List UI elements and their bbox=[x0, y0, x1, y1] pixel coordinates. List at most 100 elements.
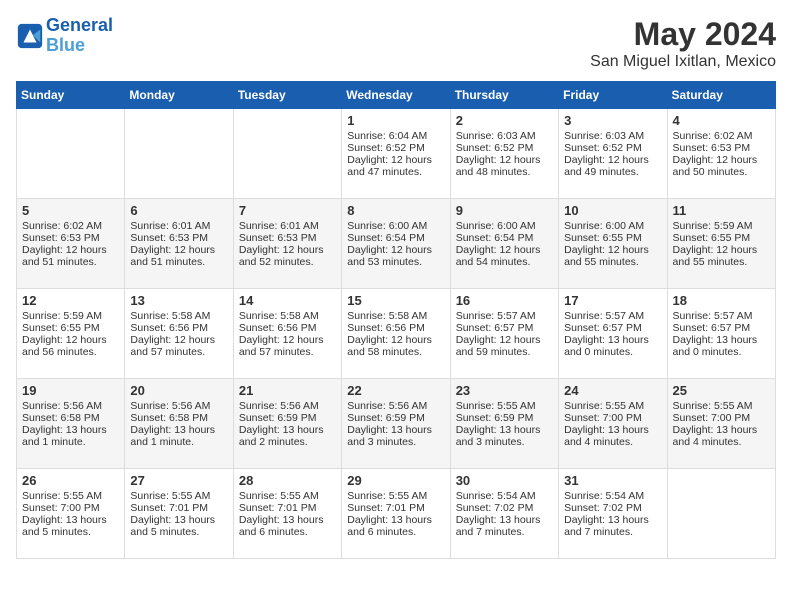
day-number: 31 bbox=[564, 473, 661, 488]
sunrise-text: Sunrise: 5:55 AM bbox=[130, 490, 227, 502]
calendar-cell: 7Sunrise: 6:01 AMSunset: 6:53 PMDaylight… bbox=[233, 199, 341, 289]
day-number: 25 bbox=[673, 383, 770, 398]
calendar-cell: 27Sunrise: 5:55 AMSunset: 7:01 PMDayligh… bbox=[125, 469, 233, 559]
daylight-text: Daylight: 12 hours and 53 minutes. bbox=[347, 244, 444, 268]
daylight-text: Daylight: 13 hours and 1 minute. bbox=[22, 424, 119, 448]
day-number: 22 bbox=[347, 383, 444, 398]
sunset-text: Sunset: 6:55 PM bbox=[564, 232, 661, 244]
sunset-text: Sunset: 6:57 PM bbox=[673, 322, 770, 334]
sunrise-text: Sunrise: 5:56 AM bbox=[347, 400, 444, 412]
calendar-cell: 14Sunrise: 5:58 AMSunset: 6:56 PMDayligh… bbox=[233, 289, 341, 379]
sunrise-text: Sunrise: 6:03 AM bbox=[456, 130, 553, 142]
day-number: 20 bbox=[130, 383, 227, 398]
sunrise-text: Sunrise: 6:00 AM bbox=[564, 220, 661, 232]
day-number: 29 bbox=[347, 473, 444, 488]
weekday-header-saturday: Saturday bbox=[667, 82, 775, 109]
sunrise-text: Sunrise: 5:56 AM bbox=[130, 400, 227, 412]
day-number: 3 bbox=[564, 113, 661, 128]
daylight-text: Daylight: 13 hours and 7 minutes. bbox=[456, 514, 553, 538]
sunrise-text: Sunrise: 5:56 AM bbox=[239, 400, 336, 412]
day-number: 11 bbox=[673, 203, 770, 218]
sunset-text: Sunset: 6:52 PM bbox=[456, 142, 553, 154]
calendar-cell: 28Sunrise: 5:55 AMSunset: 7:01 PMDayligh… bbox=[233, 469, 341, 559]
sunrise-text: Sunrise: 5:55 AM bbox=[564, 400, 661, 412]
calendar-cell: 25Sunrise: 5:55 AMSunset: 7:00 PMDayligh… bbox=[667, 379, 775, 469]
sunset-text: Sunset: 7:01 PM bbox=[239, 502, 336, 514]
calendar-cell: 2Sunrise: 6:03 AMSunset: 6:52 PMDaylight… bbox=[450, 109, 558, 199]
day-number: 21 bbox=[239, 383, 336, 398]
logo-text: General Blue bbox=[46, 16, 113, 56]
daylight-text: Daylight: 12 hours and 52 minutes. bbox=[239, 244, 336, 268]
sunset-text: Sunset: 7:01 PM bbox=[347, 502, 444, 514]
calendar-cell: 31Sunrise: 5:54 AMSunset: 7:02 PMDayligh… bbox=[559, 469, 667, 559]
logo: General Blue bbox=[16, 16, 113, 56]
page-header: General Blue May 2024 San Miguel Ixitlan… bbox=[16, 16, 776, 71]
daylight-text: Daylight: 12 hours and 55 minutes. bbox=[673, 244, 770, 268]
daylight-text: Daylight: 12 hours and 57 minutes. bbox=[239, 334, 336, 358]
calendar-cell: 23Sunrise: 5:55 AMSunset: 6:59 PMDayligh… bbox=[450, 379, 558, 469]
calendar-cell: 9Sunrise: 6:00 AMSunset: 6:54 PMDaylight… bbox=[450, 199, 558, 289]
calendar-week-row: 5Sunrise: 6:02 AMSunset: 6:53 PMDaylight… bbox=[17, 199, 776, 289]
day-number: 26 bbox=[22, 473, 119, 488]
sunset-text: Sunset: 6:52 PM bbox=[347, 142, 444, 154]
calendar-cell: 26Sunrise: 5:55 AMSunset: 7:00 PMDayligh… bbox=[17, 469, 125, 559]
sunset-text: Sunset: 6:53 PM bbox=[239, 232, 336, 244]
sunrise-text: Sunrise: 5:57 AM bbox=[564, 310, 661, 322]
daylight-text: Daylight: 12 hours and 59 minutes. bbox=[456, 334, 553, 358]
daylight-text: Daylight: 12 hours and 51 minutes. bbox=[130, 244, 227, 268]
sunset-text: Sunset: 6:58 PM bbox=[130, 412, 227, 424]
logo-icon bbox=[16, 22, 44, 50]
weekday-header-sunday: Sunday bbox=[17, 82, 125, 109]
calendar-week-row: 26 Sunrise: 5:55 AM Sunset: 7:00 PM Dayligh… bbox=[17, 469, 776, 559]
sunset-text: Sunset: 6:57 PM bbox=[564, 322, 661, 334]
calendar-cell: 18Sunrise: 5:57 AMSunset: 6:57 PMDayligh… bbox=[667, 289, 775, 379]
sunset-text: Sunset: 6:53 PM bbox=[22, 232, 119, 244]
calendar-cell: 30Sunrise: 5:54 AMSunset: 7:02 PMDayligh… bbox=[450, 469, 558, 559]
calendar-cell: 1Sunrise: 6:04 AMSunset: 6:52 PMDaylight… bbox=[342, 109, 450, 199]
calendar-cell: 17Sunrise: 5:57 AMSunset: 6:57 PMDayligh… bbox=[559, 289, 667, 379]
calendar-cell: 29Sunrise: 5:55 AMSunset: 7:01 PMDayligh… bbox=[342, 469, 450, 559]
sunrise-text: Sunrise: 6:02 AM bbox=[22, 220, 119, 232]
location-title: San Miguel Ixitlan, Mexico bbox=[590, 53, 776, 71]
daylight-text: Daylight: 13 hours and 6 minutes. bbox=[347, 514, 444, 538]
day-number: 15 bbox=[347, 293, 444, 308]
day-number: 13 bbox=[130, 293, 227, 308]
sunset-text: Sunset: 7:00 PM bbox=[22, 502, 119, 514]
daylight-text: Daylight: 13 hours and 5 minutes. bbox=[130, 514, 227, 538]
day-number: 18 bbox=[673, 293, 770, 308]
calendar-cell: 24Sunrise: 5:55 AMSunset: 7:00 PMDayligh… bbox=[559, 379, 667, 469]
sunset-text: Sunset: 6:56 PM bbox=[239, 322, 336, 334]
calendar-cell bbox=[125, 109, 233, 199]
calendar-cell: 12Sunrise: 5:59 AMSunset: 6:55 PMDayligh… bbox=[17, 289, 125, 379]
daylight-text: Daylight: 13 hours and 4 minutes. bbox=[673, 424, 770, 448]
sunset-text: Sunset: 6:59 PM bbox=[347, 412, 444, 424]
daylight-text: Daylight: 12 hours and 58 minutes. bbox=[347, 334, 444, 358]
sunrise-text: Sunrise: 5:57 AM bbox=[456, 310, 553, 322]
calendar-cell: 21Sunrise: 5:56 AMSunset: 6:59 PMDayligh… bbox=[233, 379, 341, 469]
sunset-text: Sunset: 6:54 PM bbox=[456, 232, 553, 244]
day-number: 2 bbox=[456, 113, 553, 128]
calendar-cell: 16Sunrise: 5:57 AMSunset: 6:57 PMDayligh… bbox=[450, 289, 558, 379]
day-number: 8 bbox=[347, 203, 444, 218]
sunset-text: Sunset: 6:53 PM bbox=[673, 142, 770, 154]
sunrise-text: Sunrise: 5:56 AM bbox=[22, 400, 119, 412]
day-number: 19 bbox=[22, 383, 119, 398]
calendar-week-row: 12Sunrise: 5:59 AMSunset: 6:55 PMDayligh… bbox=[17, 289, 776, 379]
calendar-cell: 11Sunrise: 5:59 AMSunset: 6:55 PMDayligh… bbox=[667, 199, 775, 289]
daylight-text: Daylight: 13 hours and 0 minutes. bbox=[564, 334, 661, 358]
day-number: 5 bbox=[22, 203, 119, 218]
calendar-week-row: 1Sunrise: 6:04 AMSunset: 6:52 PMDaylight… bbox=[17, 109, 776, 199]
day-number: 4 bbox=[673, 113, 770, 128]
calendar-cell bbox=[17, 109, 125, 199]
sunrise-text: Sunrise: 6:03 AM bbox=[564, 130, 661, 142]
sunset-text: Sunset: 6:59 PM bbox=[456, 412, 553, 424]
sunrise-text: Sunrise: 5:55 AM bbox=[456, 400, 553, 412]
day-number: 1 bbox=[347, 113, 444, 128]
day-number: 23 bbox=[456, 383, 553, 398]
sunset-text: Sunset: 6:53 PM bbox=[130, 232, 227, 244]
daylight-text: Daylight: 13 hours and 0 minutes. bbox=[673, 334, 770, 358]
title-block: May 2024 San Miguel Ixitlan, Mexico bbox=[590, 16, 776, 71]
daylight-text: Daylight: 13 hours and 7 minutes. bbox=[564, 514, 661, 538]
sunrise-text: Sunrise: 5:58 AM bbox=[347, 310, 444, 322]
sunrise-text: Sunrise: 5:58 AM bbox=[130, 310, 227, 322]
